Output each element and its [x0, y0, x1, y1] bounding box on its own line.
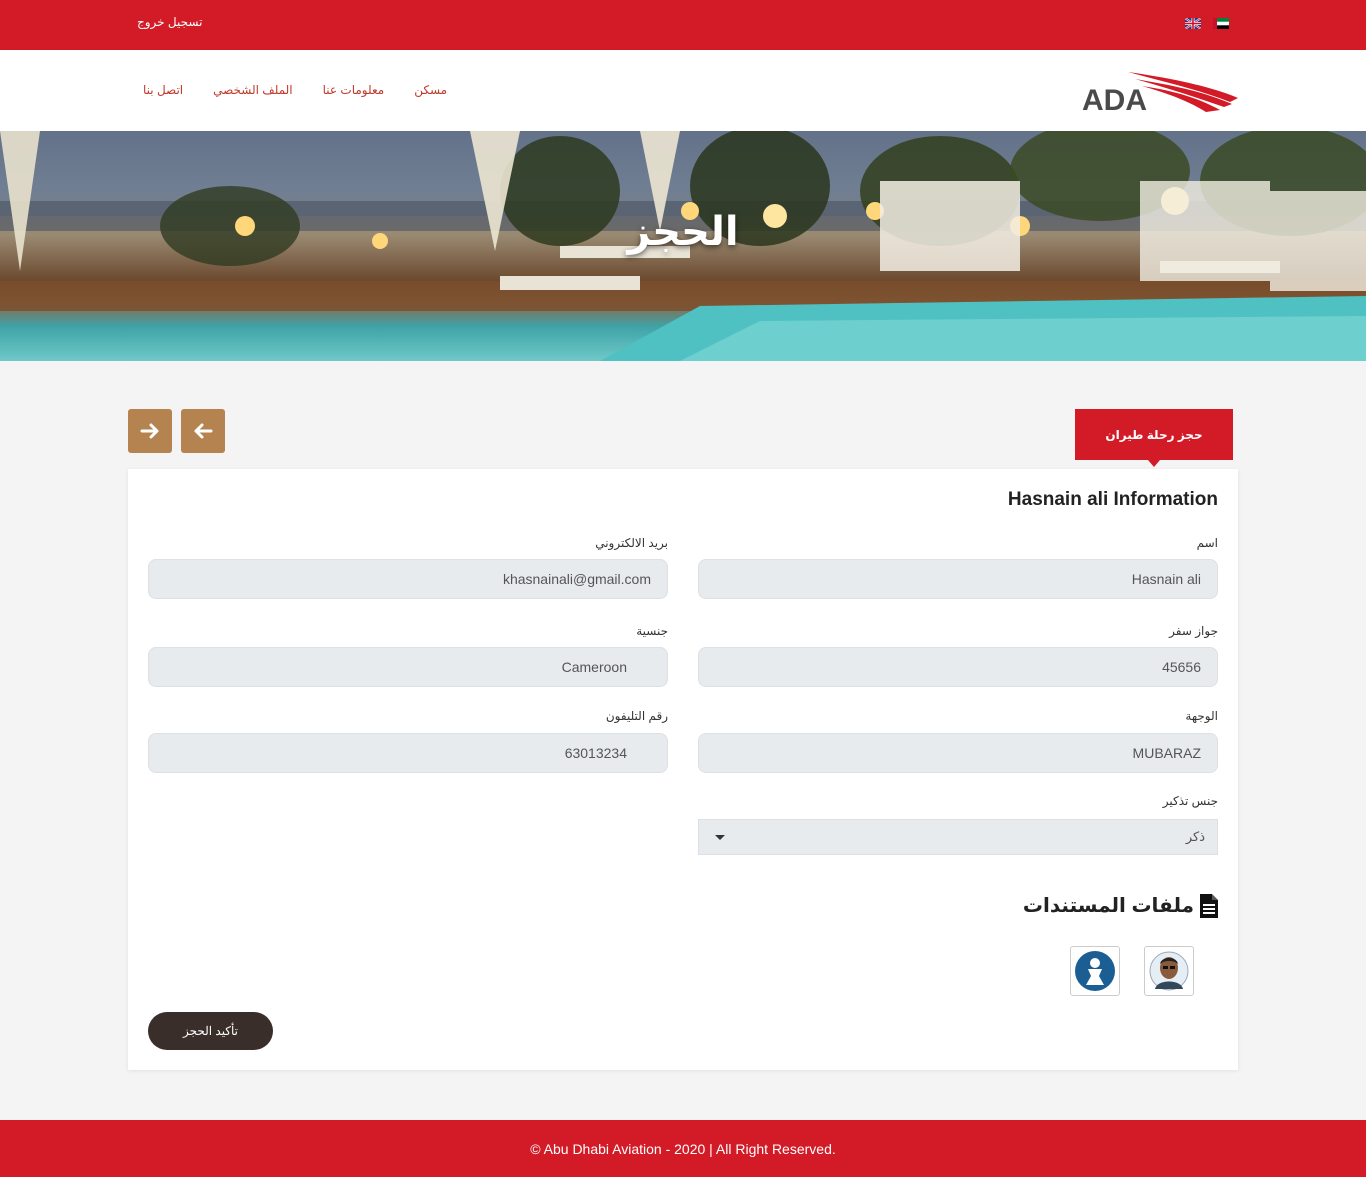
copyright-text: © Abu Dhabi Aviation - 2020 | All Right …: [530, 1140, 836, 1157]
phone-label: رقم التليفون: [605, 709, 668, 723]
hero-title: الحجز: [627, 210, 739, 254]
confirm-booking-button[interactable]: تأكيد الحجز: [148, 1012, 273, 1050]
nationality-label: جنسية: [636, 624, 668, 638]
destination-field[interactable]: [698, 733, 1218, 773]
document-thumbnail[interactable]: [1070, 946, 1120, 996]
card-title: Hasnain ali Information: [1007, 489, 1218, 510]
hero-banner: الحجز: [0, 131, 1366, 361]
nav-menu: مسكن معلومات عنا الملف الشخصي اتصل بنا: [143, 83, 447, 97]
phone-field[interactable]: [148, 733, 668, 773]
nationality-field[interactable]: [148, 647, 668, 687]
arrow-right-icon: [140, 423, 159, 439]
language-switcher: [1185, 18, 1229, 29]
prev-arrow-button[interactable]: [181, 409, 225, 453]
top-bar: تسجيل خروج: [0, 0, 1366, 50]
person-photo-icon: [1149, 951, 1189, 991]
footer: © Abu Dhabi Aviation - 2020 | All Right …: [0, 1120, 1366, 1177]
nav-link-profile[interactable]: الملف الشخصي: [213, 83, 293, 97]
name-label: اسم: [1196, 536, 1218, 550]
user-avatar-icon: [1075, 951, 1115, 991]
destination-label: الوجهة: [1185, 709, 1218, 723]
logout-link[interactable]: تسجيل خروج: [137, 15, 202, 29]
ada-logo[interactable]: ADA: [1080, 68, 1240, 114]
passport-photo-thumbnail[interactable]: [1144, 946, 1194, 996]
uk-flag-icon[interactable]: [1185, 18, 1201, 29]
passport-field[interactable]: [698, 647, 1218, 687]
logo-text: ADA: [1082, 84, 1147, 114]
chevron-down-icon: [715, 835, 725, 840]
passport-label: جواز سفر: [1169, 624, 1218, 638]
email-label: بريد الالكتروني: [595, 536, 668, 550]
arrow-left-icon: [194, 423, 213, 439]
nav-link-home[interactable]: مسكن: [414, 83, 447, 97]
document-icon: [1200, 893, 1218, 918]
uae-flag-icon[interactable]: [1213, 18, 1229, 29]
tab-flight-booking[interactable]: حجز رحلة طيران: [1075, 409, 1233, 467]
gender-selected-value: ذكر: [1185, 829, 1205, 844]
nav-link-contact[interactable]: اتصل بنا: [143, 83, 183, 97]
name-field[interactable]: [698, 559, 1218, 599]
nav-link-about[interactable]: معلومات عنا: [323, 83, 385, 97]
documents-title: ملفات المستندات: [1022, 895, 1194, 917]
gender-label: جنس تذكير: [1162, 794, 1218, 808]
documents-heading: ملفات المستندات: [1023, 893, 1218, 918]
next-arrow-button[interactable]: [128, 409, 172, 453]
gender-select[interactable]: ذكر: [698, 819, 1218, 855]
email-field[interactable]: [148, 559, 668, 599]
main-navbar: مسكن معلومات عنا الملف الشخصي اتصل بنا A…: [0, 50, 1366, 131]
booking-info-card: Hasnain ali Information اسم بريد الالكتر…: [128, 469, 1238, 1070]
